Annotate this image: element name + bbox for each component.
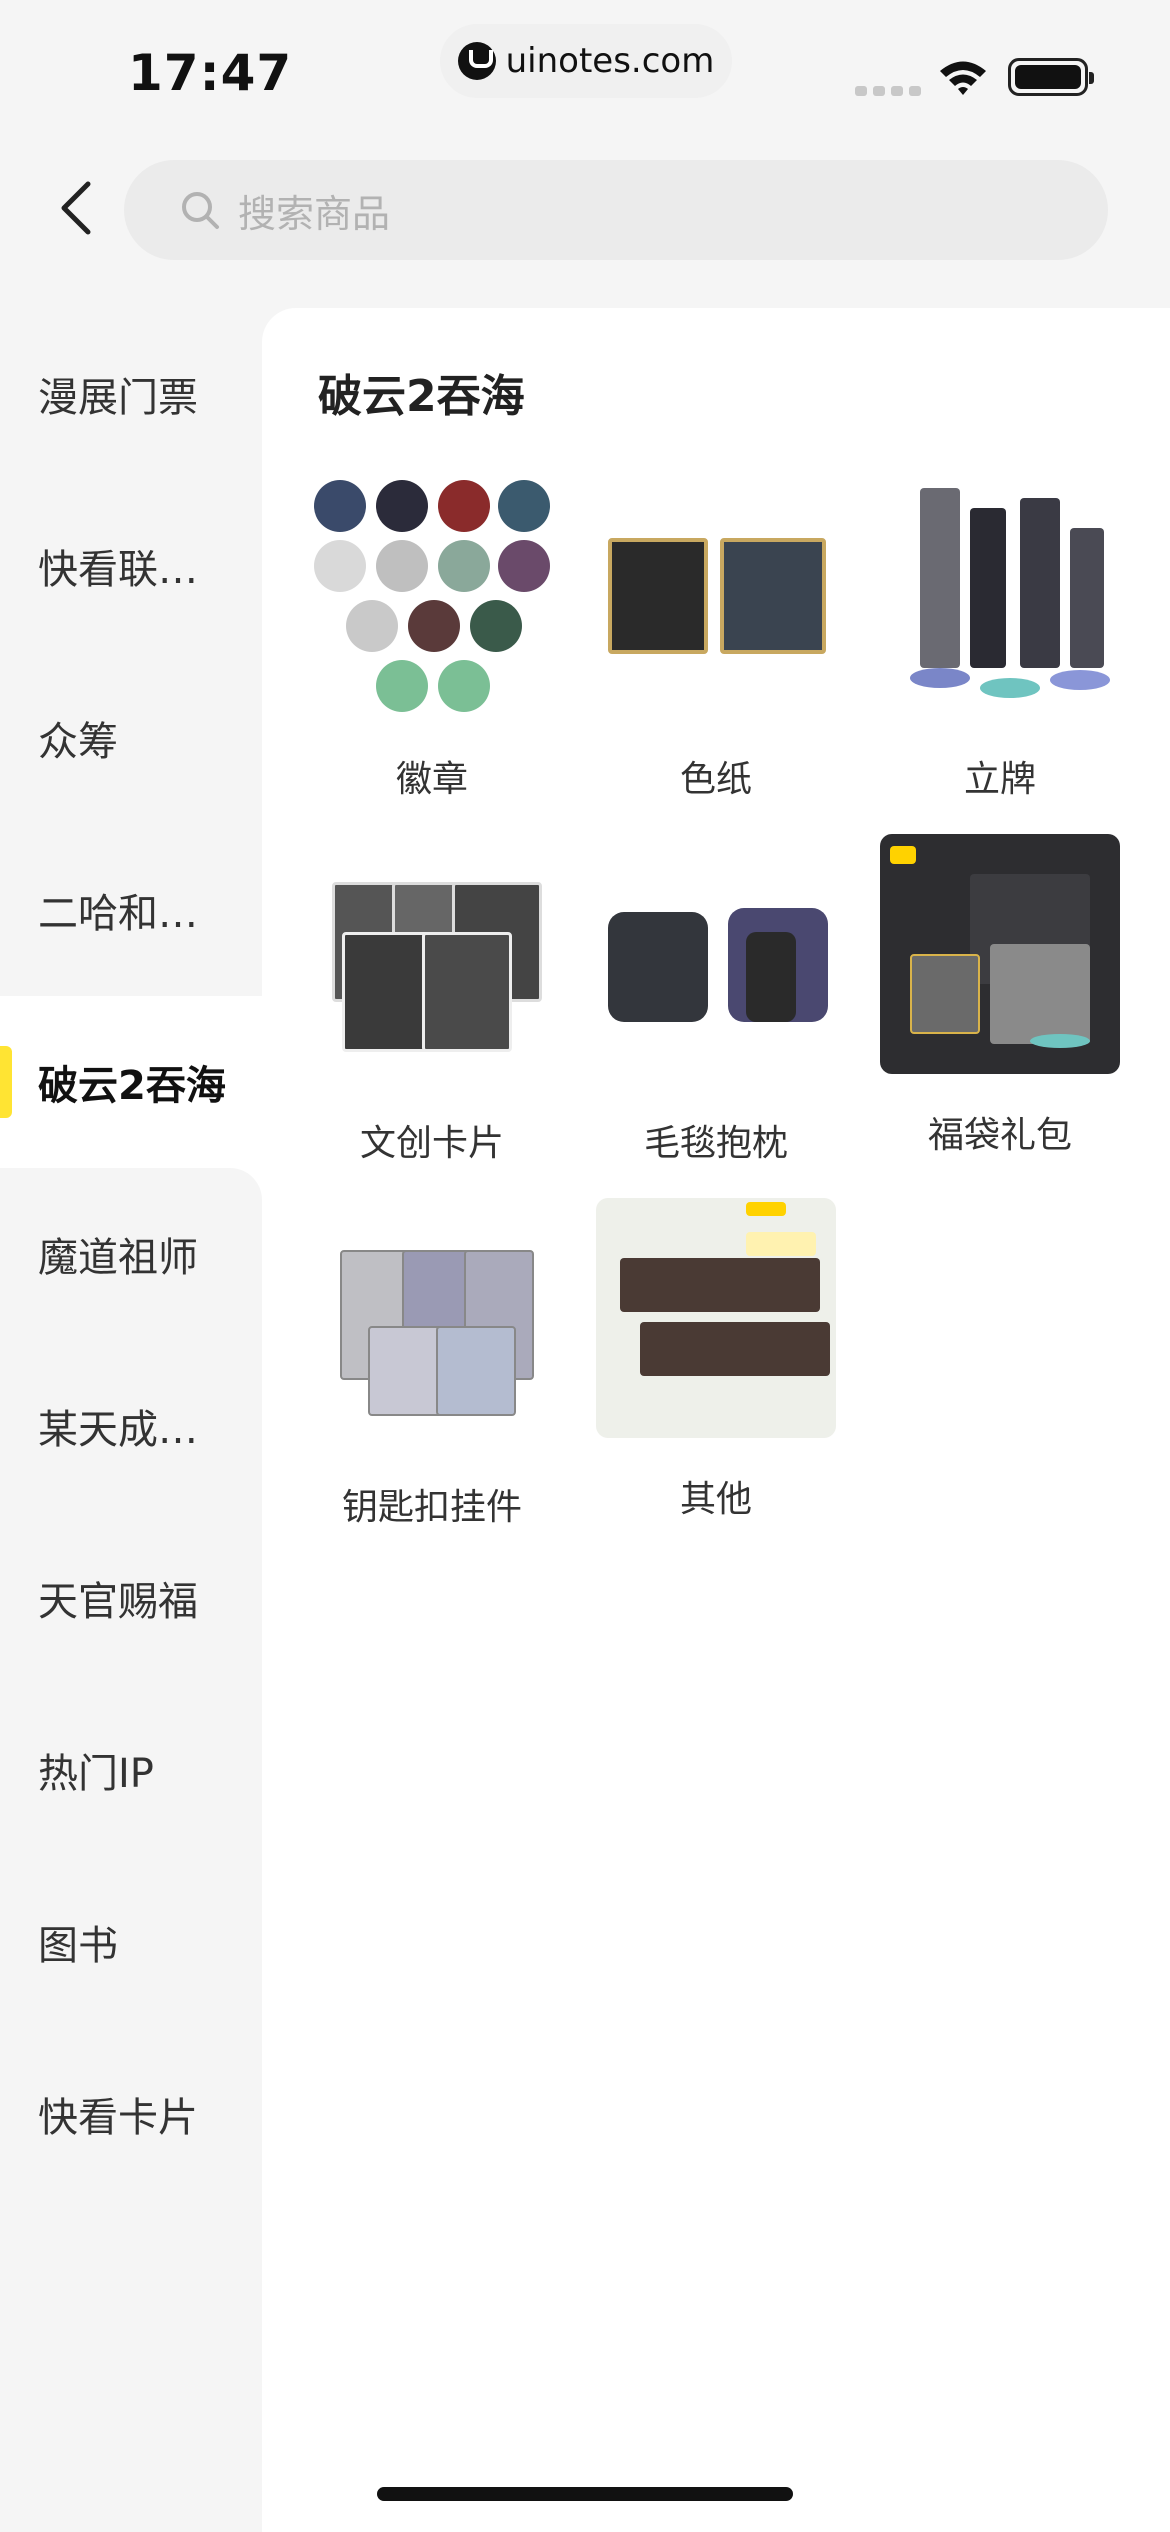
search-placeholder: 搜索商品: [238, 191, 391, 236]
category-tile-label: 毛毯抱枕: [643, 1123, 788, 1164]
pillow-icon: [596, 842, 836, 1082]
category-tile-shikishi[interactable]: 色纸: [596, 478, 836, 808]
acrylic-stand-icon: [880, 478, 1120, 718]
sidebar-item-crowdfunding[interactable]: 众筹: [0, 652, 262, 824]
card-set-icon: [312, 842, 552, 1082]
category-sidebar: 漫展门票 快看联… 众筹 二哈和… 破云2吞海 魔道祖师 某天成… 天官赐福 热…: [0, 308, 262, 2532]
sidebar-item-hot-ip[interactable]: 热门IP: [0, 1684, 262, 1856]
category-tile-lucky-bag[interactable]: 福袋礼包: [880, 834, 1120, 1164]
sidebar-item-comic-expo-tickets[interactable]: 漫展门票: [0, 308, 262, 480]
sidebar-item-label: 图书: [38, 1923, 118, 1969]
site-logo-icon: [457, 42, 496, 80]
back-arrow-icon[interactable]: [52, 178, 102, 238]
badge-set-icon: [312, 478, 552, 718]
sidebar-item-erha[interactable]: 二哈和…: [0, 824, 262, 996]
url-text: uinotes.com: [505, 41, 715, 81]
url-pill[interactable]: uinotes.com: [440, 24, 732, 98]
sidebar-item-kuaikan-collab[interactable]: 快看联…: [0, 480, 262, 652]
sidebar-item-label: 漫展门票: [38, 375, 198, 421]
category-tile-keychains[interactable]: 钥匙扣挂件: [312, 1206, 552, 1536]
battery-icon: [1008, 58, 1094, 96]
sidebar-item-label: 快看联…: [38, 547, 198, 593]
category-tile-label: 福袋礼包: [927, 1115, 1072, 1156]
category-tile-pillows[interactable]: 毛毯抱枕: [596, 842, 836, 1172]
sidebar-item-kuaikan-cards[interactable]: 快看卡片: [0, 2028, 262, 2200]
wifi-icon: [940, 61, 986, 95]
sidebar-item-label: 破云2吞海: [38, 1063, 226, 1109]
sidebar-item-modao[interactable]: 魔道祖师: [0, 1168, 262, 1340]
sidebar-item-label: 二哈和…: [38, 891, 198, 937]
sidebar-item-label: 天官赐福: [38, 1579, 198, 1625]
category-tile-label: 立牌: [963, 759, 1036, 800]
category-tile-cards[interactable]: 文创卡片: [312, 842, 552, 1172]
sidebar-item-label: 魔道祖师: [38, 1235, 198, 1281]
sidebar-item-poyun2[interactable]: 破云2吞海: [0, 996, 262, 1168]
home-indicator: [377, 2487, 793, 2501]
search-input[interactable]: 搜索商品: [124, 160, 1108, 260]
lucky-bag-icon: [880, 834, 1120, 1074]
sidebar-item-label: 某天成…: [38, 1407, 198, 1453]
status-bar: 17:47 uinotes.com: [0, 0, 1170, 150]
misc-goods-icon: [596, 1198, 836, 1438]
category-tile-label: 徽章: [395, 759, 468, 800]
keychain-icon: [312, 1206, 552, 1446]
sidebar-item-moutian[interactable]: 某天成…: [0, 1340, 262, 1512]
cellular-signal-icon: [855, 86, 921, 96]
shikishi-icon: [596, 478, 836, 718]
sidebar-item-label: 热门IP: [38, 1751, 154, 1797]
sidebar-item-books[interactable]: 图书: [0, 1856, 262, 2028]
category-tile-badges[interactable]: 徽章: [312, 478, 552, 808]
clock: 17:47: [128, 44, 293, 102]
sidebar-item-tianguan[interactable]: 天官赐福: [0, 1512, 262, 1684]
section-title: 破云2吞海: [318, 371, 525, 422]
category-tile-acrylic-stands[interactable]: 立牌: [880, 478, 1120, 808]
search-icon: [182, 192, 219, 229]
category-tile-label: 色纸: [679, 759, 752, 800]
category-content-panel: 破云2吞海 徽章 色纸 立牌 文创卡片 毛毯抱枕 福袋礼包 钥匙扣挂件 其他: [262, 308, 1170, 2532]
category-tile-other[interactable]: 其他: [596, 1198, 836, 1528]
sidebar-item-label: 众筹: [38, 719, 118, 765]
category-tile-label: 其他: [679, 1479, 752, 1520]
sidebar-item-label: 快看卡片: [38, 2095, 198, 2141]
category-tile-label: 文创卡片: [359, 1123, 504, 1164]
category-tile-label: 钥匙扣挂件: [341, 1487, 522, 1528]
